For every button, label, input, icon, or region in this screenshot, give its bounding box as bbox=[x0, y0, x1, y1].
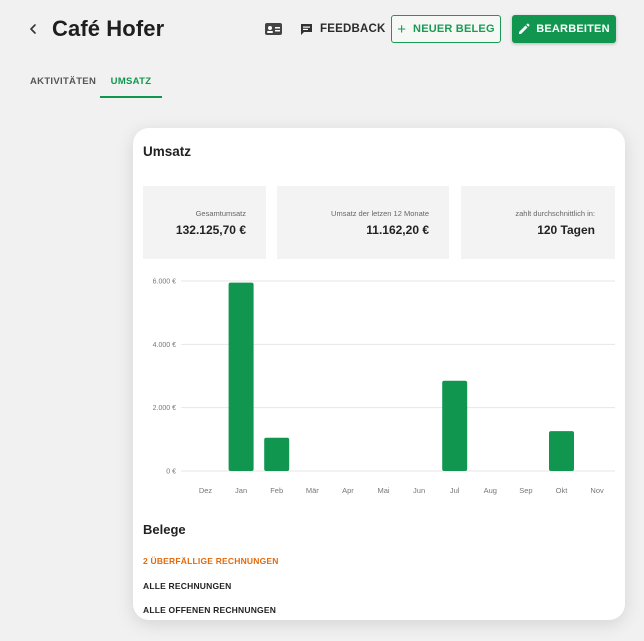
x-tick-label: Apr bbox=[342, 486, 354, 495]
new-receipt-button[interactable]: + NEUER BELEG bbox=[391, 15, 501, 43]
overdue-invoices-link[interactable]: 2 ÜBERFÄLLIGE RECHNUNGEN bbox=[143, 556, 279, 566]
tab-revenue[interactable]: UMSATZ bbox=[100, 66, 162, 98]
stat-value: 11.162,20 € bbox=[366, 223, 429, 237]
x-tick-label: Okt bbox=[556, 486, 569, 495]
bar-feb[interactable] bbox=[264, 437, 290, 471]
bar-okt[interactable] bbox=[549, 431, 574, 471]
x-tick-label: Feb bbox=[270, 486, 283, 495]
feedback-label: FEEDBACK bbox=[320, 23, 386, 35]
stat-label: zahlt durchschnittlich in: bbox=[515, 209, 595, 218]
revenue-bar-chart: 0 € 2.000 € 4.000 € 6.000 € Dez Jan Feb Mär Apr M… bbox=[153, 279, 615, 495]
feedback-icon bbox=[301, 23, 312, 35]
stat-revenue-12-months: Umsatz der letzen 12 Monate 11.162,20 € bbox=[277, 186, 449, 259]
contact-card-icon[interactable] bbox=[264, 21, 283, 37]
header: Café Hofer FEEDBACK + NEUER BELEG BEARBE… bbox=[0, 0, 644, 60]
stat-label: Gesamtumsatz bbox=[195, 209, 246, 218]
revenue-card: Umsatz Gesamtumsatz 132.125,70 € Umsatz … bbox=[133, 128, 625, 620]
x-tick-label: Mai bbox=[377, 486, 389, 495]
stat-average-payment-days: zahlt durchschnittlich in: 120 Tagen bbox=[461, 186, 615, 259]
y-tick-label: 2.000 € bbox=[153, 405, 176, 412]
y-tick-label: 4.000 € bbox=[153, 342, 176, 349]
open-invoices-link[interactable]: ALLE OFFENEN RECHNUNGEN bbox=[143, 605, 276, 615]
new-receipt-label: NEUER BELEG bbox=[413, 23, 495, 35]
bar-jul[interactable] bbox=[442, 380, 468, 471]
stat-value: 120 Tagen bbox=[537, 223, 595, 237]
x-tick-label: Jan bbox=[235, 486, 247, 495]
y-tick-label: 6.000 € bbox=[153, 279, 176, 286]
revenue-title: Umsatz bbox=[143, 144, 192, 159]
edit-button[interactable]: BEARBEITEN bbox=[512, 15, 616, 43]
stat-value: 132.125,70 € bbox=[175, 223, 246, 237]
x-tick-label: Nov bbox=[590, 486, 604, 495]
plus-icon: + bbox=[397, 20, 407, 38]
x-tick-label: Sep bbox=[519, 486, 532, 495]
stat-total-revenue: Gesamtumsatz 132.125,70 € bbox=[143, 186, 266, 259]
back-chevron-icon[interactable] bbox=[26, 20, 42, 38]
x-tick-label: Dez bbox=[199, 486, 213, 495]
x-tick-label: Jul bbox=[450, 486, 460, 495]
all-invoices-link[interactable]: ALLE RECHNUNGEN bbox=[143, 581, 231, 591]
app-frame: Café Hofer FEEDBACK + NEUER BELEG BEARBE… bbox=[0, 0, 644, 641]
x-tick-label: Jun bbox=[413, 486, 425, 495]
x-tick-label: Mär bbox=[306, 486, 319, 495]
page-title: Café Hofer bbox=[52, 16, 165, 41]
receipts-title: Belege bbox=[143, 522, 186, 537]
tab-activities[interactable]: AKTIVITÄTEN bbox=[30, 66, 96, 98]
feedback-button[interactable]: FEEDBACK bbox=[300, 18, 386, 40]
x-tick-label: Aug bbox=[484, 486, 497, 495]
stat-label: Umsatz der letzen 12 Monate bbox=[331, 209, 429, 218]
bar-jan[interactable] bbox=[228, 282, 254, 471]
pencil-icon bbox=[519, 23, 530, 34]
y-tick-label: 0 € bbox=[166, 469, 176, 476]
edit-label: BEARBEITEN bbox=[536, 23, 610, 35]
